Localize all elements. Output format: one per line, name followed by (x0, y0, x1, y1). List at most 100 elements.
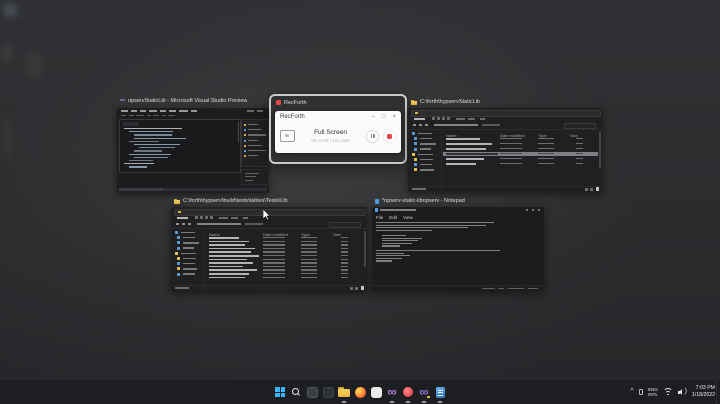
deco (375, 208, 378, 212)
deco (175, 231, 178, 234)
deco (506, 286, 507, 290)
column-header-name: Name (446, 132, 457, 138)
deco (441, 130, 442, 190)
taskbar-start-button[interactable] (273, 381, 287, 403)
deco (456, 117, 465, 120)
deco (244, 124, 246, 126)
taskbar-icon-file-explorer[interactable] (337, 381, 351, 403)
tray-date: 1/18/2022 (691, 392, 715, 398)
deco (248, 139, 258, 141)
alt-tab-card-visual-studio[interactable]: ∞ npservStaticLib - Microsoft Visual Stu… (117, 95, 269, 193)
deco (183, 273, 195, 275)
deco (482, 124, 500, 126)
deco (183, 242, 199, 244)
deco (420, 143, 436, 145)
deco (414, 163, 417, 167)
deco (257, 110, 263, 112)
deco (177, 241, 180, 245)
deco (538, 143, 554, 145)
deco (301, 247, 317, 250)
deco (171, 284, 367, 292)
deco (301, 273, 317, 275)
deco (153, 114, 159, 116)
alt-tab-card-explorer-staticlib[interactable]: C:\forth\hypservStaticLib Name Date modi… (408, 96, 602, 192)
deco (364, 231, 366, 267)
deco (301, 244, 317, 246)
deco (175, 251, 178, 255)
notepad-icon (375, 198, 379, 204)
deco (420, 169, 434, 171)
language-indicator[interactable]: ENG INTL (648, 387, 658, 397)
volume-icon[interactable]: ) (677, 388, 687, 397)
deco (160, 110, 166, 112)
system-tray: ^ ENG INTL ) 7:03 PM 1/18/2022 (630, 380, 715, 404)
deco (178, 210, 181, 214)
deco (446, 138, 480, 140)
taskbar-icon-task-view[interactable] (305, 381, 319, 403)
deco (595, 187, 599, 191)
deco (134, 150, 162, 152)
alt-tab-card-recforth[interactable]: RecForth RecForth – □ × Full Screen 00:1… (269, 94, 407, 164)
show-desktop-button[interactable] (716, 380, 720, 404)
recforth-icon (276, 100, 281, 105)
deco (263, 251, 285, 253)
column-header-type: Type (538, 132, 547, 138)
taskbar-icon-dark-app[interactable] (321, 381, 335, 403)
taskbar-search-button[interactable] (289, 381, 303, 403)
clock[interactable]: 7:03 PM 1/18/2022 (692, 385, 715, 399)
deco (301, 262, 317, 264)
deco (585, 187, 588, 191)
deco (183, 262, 195, 265)
deco (538, 138, 554, 140)
taskbar-icon-recorder[interactable] (401, 381, 415, 403)
deco (376, 257, 402, 260)
deco (341, 262, 348, 264)
tray-chevron-icon[interactable]: ^ (630, 388, 633, 395)
wifi-icon[interactable] (662, 388, 673, 396)
deco (599, 132, 601, 168)
deco (263, 262, 285, 264)
column-header-size: Size (333, 231, 341, 237)
notepad-window-preview: File Edit View (372, 207, 544, 291)
deco (169, 110, 176, 112)
deco (248, 124, 258, 126)
deco (414, 168, 417, 172)
maximize-icon: □ (381, 114, 386, 120)
taskbar-icon-firefox[interactable] (353, 381, 367, 403)
deco (209, 269, 257, 271)
taskbar-icon-white-app[interactable] (369, 381, 383, 403)
deco (197, 223, 241, 225)
taskbar-icon-notepad[interactable] (433, 381, 447, 403)
search-icon (291, 387, 301, 397)
deco (177, 257, 180, 260)
tray-status-icon[interactable] (638, 389, 644, 395)
deco (329, 221, 361, 228)
explorer-window-preview: Name Date modified Type Size (408, 108, 602, 192)
deco (245, 179, 253, 181)
deco (129, 153, 171, 155)
deco (590, 187, 593, 191)
visual-studio-window-preview (117, 108, 269, 193)
deco (418, 153, 433, 155)
deco (412, 188, 426, 190)
tray-time: 7:03 PM (695, 385, 715, 392)
taskbar-icon-visual-studio[interactable]: ∞ (385, 381, 399, 403)
mouse-cursor (262, 208, 271, 226)
deco (412, 132, 415, 135)
notepad-menu: File Edit View (376, 215, 413, 220)
deco (263, 237, 285, 239)
notepad-icon (435, 386, 445, 398)
taskbar-icon-visual-studio-preview[interactable]: ∞ (417, 381, 431, 403)
deco (382, 240, 418, 242)
alt-tab-card-notepad[interactable]: *npserv-static-libnpserv - Notepad File … (372, 195, 544, 291)
deco (564, 122, 596, 129)
deco (182, 222, 185, 225)
folder-icon (174, 198, 180, 204)
deco (376, 250, 500, 252)
deco (200, 216, 203, 219)
deco (508, 287, 524, 289)
deco (263, 240, 285, 242)
deco (376, 255, 410, 257)
deco (177, 246, 180, 250)
window-controls: – □ × (372, 114, 396, 120)
